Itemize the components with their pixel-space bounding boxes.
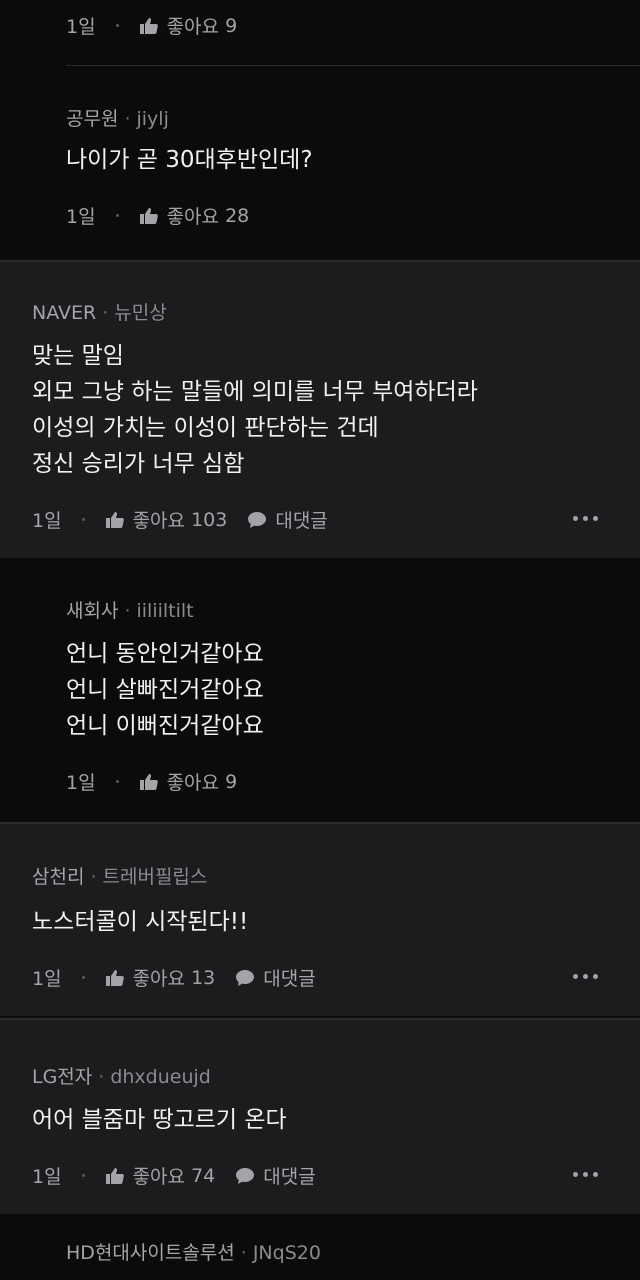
comment-time: 1일 (32, 968, 62, 990)
like-count: 9 (225, 14, 238, 37)
comment-author: NAVER · 뉴민상 (32, 302, 167, 324)
like-button[interactable]: 좋아요 28 (139, 202, 250, 229)
company-name: 새회사 (66, 600, 119, 622)
comment-line: 언니 이뻐진거같아요 (66, 713, 264, 739)
comment-time: 1일 (32, 1166, 62, 1188)
like-label: 좋아요 (166, 206, 220, 228)
separator-dot (115, 214, 119, 217)
like-label: 좋아요 (132, 1166, 186, 1188)
thumbs-up-icon (139, 17, 158, 34)
comment-line: 언니 동안인거같아요 (66, 641, 264, 667)
comment-line: 언니 살빠진거같아요 (66, 677, 264, 703)
comment-author: 삼천리 · 트레버필립스 (32, 866, 208, 888)
company-name: HD현대사이트솔루션 (66, 1242, 235, 1264)
comment-actions: 1일 좋아요 9 (66, 768, 237, 795)
comment-line: 정신 승리가 너무 심함 (32, 451, 245, 477)
thumbs-up-icon (105, 969, 124, 986)
comment-5: 삼천리 · 트레버필립스 노스터콜이 시작된다!! 1일 좋아요 13 대댓글 (0, 824, 640, 1016)
comment-author: 새회사 · iiliiltilt (66, 600, 194, 622)
speech-bubble-icon (248, 511, 267, 528)
comment-time: 1일 (66, 772, 96, 794)
separator-dot (81, 976, 85, 979)
more-dots-icon[interactable] (573, 974, 598, 979)
speech-bubble-icon (236, 1167, 255, 1184)
comment-time: 1일 (32, 510, 62, 532)
separator-dot (115, 780, 119, 783)
thumbs-up-icon (139, 773, 158, 790)
like-label: 좋아요 (166, 772, 220, 794)
speech-bubble-icon (236, 969, 255, 986)
like-button[interactable]: 좋아요 13 (105, 964, 216, 991)
user-name[interactable]: JNqS20 (253, 1242, 321, 1264)
separator-dot (81, 518, 85, 521)
comment-reply-4: 새회사 · iiliiltilt 언니 동안인거같아요 언니 살빠진거같아요 언니 … (0, 558, 640, 822)
like-count: 28 (225, 204, 250, 227)
like-label: 좋아요 (166, 16, 220, 38)
comment-body: 나이가 곧 30대후반인데? (66, 142, 313, 178)
user-name[interactable]: 트레버필립스 (103, 866, 208, 888)
like-count: 74 (191, 1164, 216, 1187)
comment-body: 어어 블줌마 땅고르기 온다 (32, 1102, 287, 1138)
like-count: 9 (225, 770, 238, 793)
more-dots-icon[interactable] (573, 516, 598, 521)
comment-body: 노스터콜이 시작된다!! (32, 904, 248, 940)
comment-line: 이성의 가치는 이성이 판단하는 건데 (32, 415, 379, 441)
like-button[interactable]: 좋아요 103 (105, 506, 228, 533)
comment-actions: 1일 좋아요 13 대댓글 (32, 964, 316, 991)
reply-label: 대댓글 (275, 510, 328, 532)
company-name: 삼천리 (32, 866, 85, 888)
comment-author: HD현대사이트솔루션 · JNqS20 (66, 1242, 321, 1264)
more-dots-icon[interactable] (573, 1172, 598, 1177)
comment-reply-1: 1일 좋아요 9 (0, 0, 640, 66)
separator-dot (115, 24, 119, 27)
comment-6: LG전자 · dhxdueujd 어어 블줌마 땅고르기 온다 1일 좋아요 74 … (0, 1020, 640, 1214)
reply-label: 대댓글 (263, 968, 316, 990)
comment-body: 맞는 말임 외모 그냥 하는 말들에 의미를 너무 부여하더라 이성의 가치는 … (32, 338, 478, 482)
comment-body: 언니 동안인거같아요 언니 살빠진거같아요 언니 이뻐진거같아요 (66, 636, 264, 744)
like-count: 103 (191, 508, 228, 531)
comment-author: LG전자 · dhxdueujd (32, 1066, 211, 1088)
company-name: 공무원 (66, 108, 119, 130)
thumbs-up-icon (105, 1167, 124, 1184)
like-button[interactable]: 좋아요 9 (139, 768, 238, 795)
company-name: LG전자 (32, 1066, 93, 1088)
separator-dot (81, 1174, 85, 1177)
thumbs-up-icon (139, 207, 158, 224)
comment-actions: 1일 좋아요 28 (66, 202, 249, 229)
comment-line: 어어 블줌마 땅고르기 온다 (32, 1107, 287, 1133)
comment-actions: 1일 좋아요 74 대댓글 (32, 1162, 316, 1189)
reply-button[interactable]: 대댓글 (247, 506, 328, 533)
like-count: 13 (191, 966, 216, 989)
like-button[interactable]: 좋아요 74 (105, 1162, 216, 1189)
user-name[interactable]: 뉴민상 (114, 302, 166, 324)
like-button[interactable]: 좋아요 9 (139, 12, 238, 39)
comment-actions: 1일 좋아요 9 (66, 12, 237, 39)
like-label: 좋아요 (132, 968, 186, 990)
reply-button[interactable]: 대댓글 (235, 1162, 316, 1189)
comment-3: NAVER · 뉴민상 맞는 말임 외모 그냥 하는 말들에 의미를 너무 부여하더… (0, 262, 640, 558)
user-name[interactable]: iiliiltilt (137, 600, 194, 622)
comment-author: 공무원 · jiylj (66, 108, 169, 130)
user-name[interactable]: jiylj (137, 108, 169, 130)
user-name[interactable]: dhxdueujd (110, 1066, 211, 1088)
thumbs-up-icon (105, 511, 124, 528)
comment-actions: 1일 좋아요 103 대댓글 (32, 506, 328, 533)
comment-line: 나이가 곧 30대후반인데? (66, 147, 313, 173)
comment-reply-2: 공무원 · jiylj 나이가 곧 30대후반인데? 1일 좋아요 28 (0, 66, 640, 260)
comment-line: 외모 그냥 하는 말들에 의미를 너무 부여하더라 (32, 379, 478, 405)
company-name: NAVER (32, 302, 97, 324)
comment-time: 1일 (66, 16, 96, 38)
comment-line: 맞는 말임 (32, 343, 124, 369)
comment-line: 노스터콜이 시작된다!! (32, 909, 249, 935)
comment-time: 1일 (66, 206, 96, 228)
reply-button[interactable]: 대댓글 (235, 964, 316, 991)
like-label: 좋아요 (132, 510, 186, 532)
comment-reply-7: HD현대사이트솔루션 · JNqS20 (0, 1214, 640, 1280)
reply-label: 대댓글 (263, 1166, 316, 1188)
